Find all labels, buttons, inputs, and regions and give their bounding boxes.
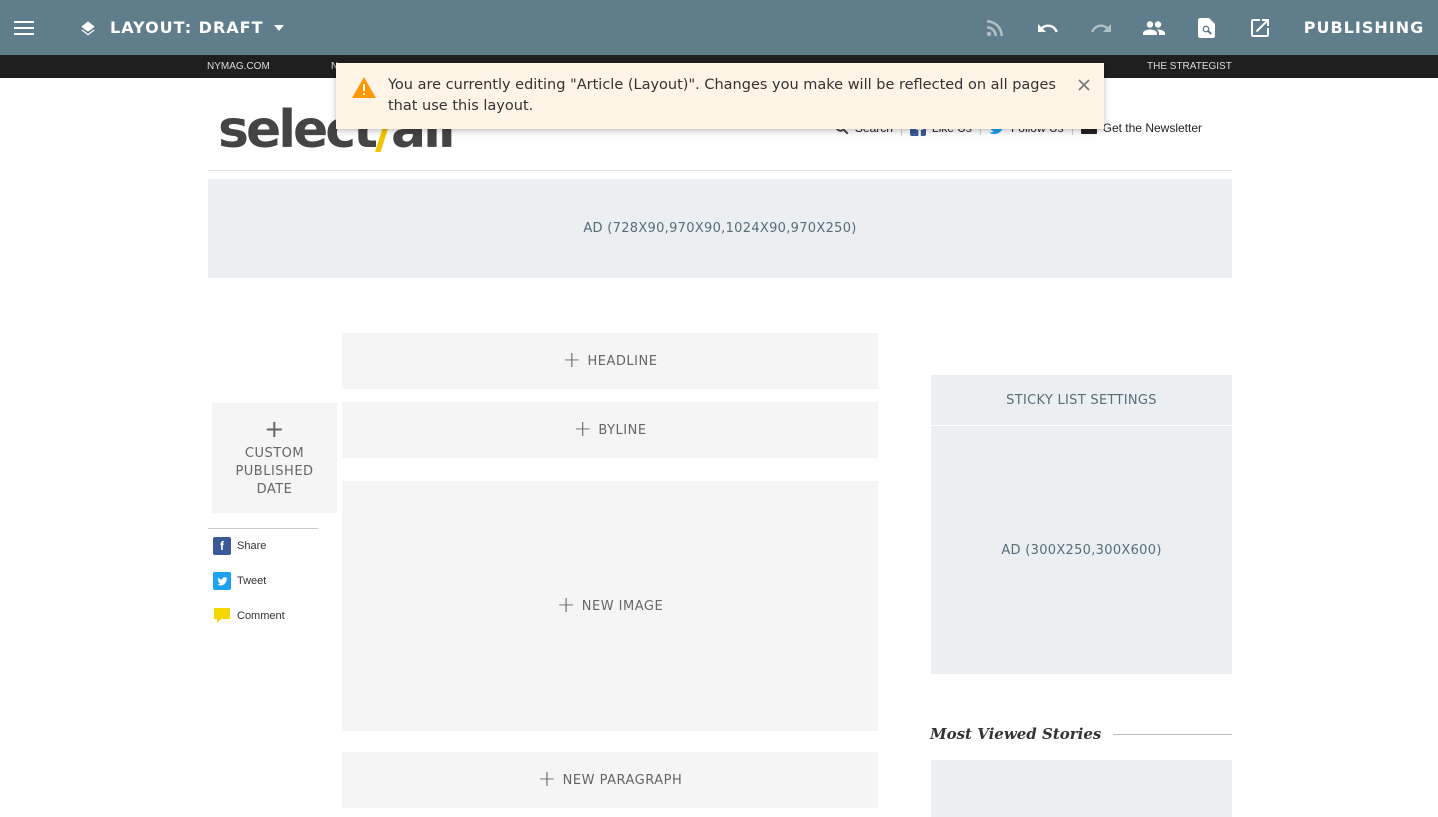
redo-icon bbox=[1091, 23, 1111, 32]
most-viewed-list[interactable] bbox=[931, 760, 1232, 817]
tweet-label: Tweet bbox=[237, 575, 267, 587]
add-headline-button[interactable]: + HEADLINE bbox=[342, 333, 878, 389]
undo-icon bbox=[1038, 23, 1058, 32]
twitter-icon bbox=[213, 572, 231, 590]
people-icon bbox=[1143, 20, 1165, 35]
share-label: Share bbox=[237, 540, 267, 552]
custom-date-label: CUSTOM PUBLISHED DATE bbox=[235, 446, 314, 497]
nav-link-strategist[interactable]: THE STRATEGIST bbox=[1147, 61, 1232, 72]
open-external-button[interactable] bbox=[1237, 0, 1283, 55]
new-paragraph-label: NEW PARAGRAPH bbox=[562, 772, 683, 788]
undo-button[interactable] bbox=[1025, 0, 1071, 55]
chevron-down-icon bbox=[273, 24, 284, 31]
plus-icon: + bbox=[556, 593, 576, 618]
plus-icon: + bbox=[573, 417, 593, 442]
warning-icon bbox=[352, 77, 376, 102]
comment-label: Comment bbox=[237, 610, 285, 622]
comment-icon bbox=[213, 607, 231, 625]
sticky-list-settings-button[interactable]: STICKY LIST SETTINGS bbox=[931, 375, 1232, 425]
add-custom-date-button[interactable]: + CUSTOM PUBLISHED DATE bbox=[212, 403, 337, 513]
close-icon[interactable] bbox=[1078, 79, 1090, 95]
alert-message: You are currently editing "Article (Layo… bbox=[388, 77, 1056, 114]
newsletter-label: Get the Newsletter bbox=[1102, 121, 1202, 135]
ad-sidebar[interactable]: AD (300X250,300X600) bbox=[931, 425, 1232, 674]
facebook-icon: f bbox=[213, 537, 231, 555]
most-viewed-heading: Most Viewed Stories bbox=[930, 725, 1232, 743]
add-image-button[interactable]: + NEW IMAGE bbox=[342, 481, 878, 731]
plus-icon: + bbox=[537, 767, 557, 792]
add-byline-button[interactable]: + BYLINE bbox=[342, 402, 878, 458]
people-button[interactable] bbox=[1131, 0, 1177, 55]
rss-icon bbox=[986, 19, 1003, 36]
find-in-page-icon bbox=[1198, 17, 1215, 38]
plus-icon: + bbox=[562, 348, 582, 373]
layout-status-dropdown[interactable]: LAYOUT: DRAFT bbox=[78, 0, 284, 55]
nav-link-nymag[interactable]: NYMAG.COM bbox=[207, 61, 270, 72]
byline-label: BYLINE bbox=[598, 422, 647, 438]
layout-warning-alert: You are currently editing "Article (Layo… bbox=[336, 63, 1104, 129]
redo-button[interactable] bbox=[1078, 0, 1124, 55]
share-divider bbox=[208, 528, 318, 529]
add-paragraph-button[interactable]: + NEW PARAGRAPH bbox=[342, 752, 878, 808]
publishing-button[interactable]: PUBLISHING bbox=[1302, 0, 1426, 55]
new-image-label: NEW IMAGE bbox=[581, 598, 664, 614]
preview-button[interactable] bbox=[1184, 0, 1230, 55]
tweet-button[interactable]: Tweet bbox=[213, 572, 266, 590]
rss-button[interactable] bbox=[972, 0, 1018, 55]
layout-status-label: LAYOUT: DRAFT bbox=[110, 18, 264, 37]
plus-icon: + bbox=[264, 415, 285, 443]
kiln-toolbar: LAYOUT: DRAFT PUBLISHING bbox=[0, 0, 1438, 55]
open-in-new-icon bbox=[1251, 18, 1269, 37]
share-button[interactable]: f Share bbox=[213, 537, 266, 555]
layers-icon bbox=[81, 20, 95, 35]
ad-leaderboard[interactable]: AD (728X90,970X90,1024X90,970X250) bbox=[208, 179, 1232, 278]
menu-button[interactable] bbox=[0, 0, 48, 55]
heading-rule bbox=[1113, 733, 1232, 735]
headline-label: HEADLINE bbox=[587, 353, 658, 369]
menu-icon bbox=[14, 20, 34, 35]
comment-button[interactable]: Comment bbox=[213, 607, 285, 625]
most-viewed-label: Most Viewed Stories bbox=[930, 725, 1102, 743]
